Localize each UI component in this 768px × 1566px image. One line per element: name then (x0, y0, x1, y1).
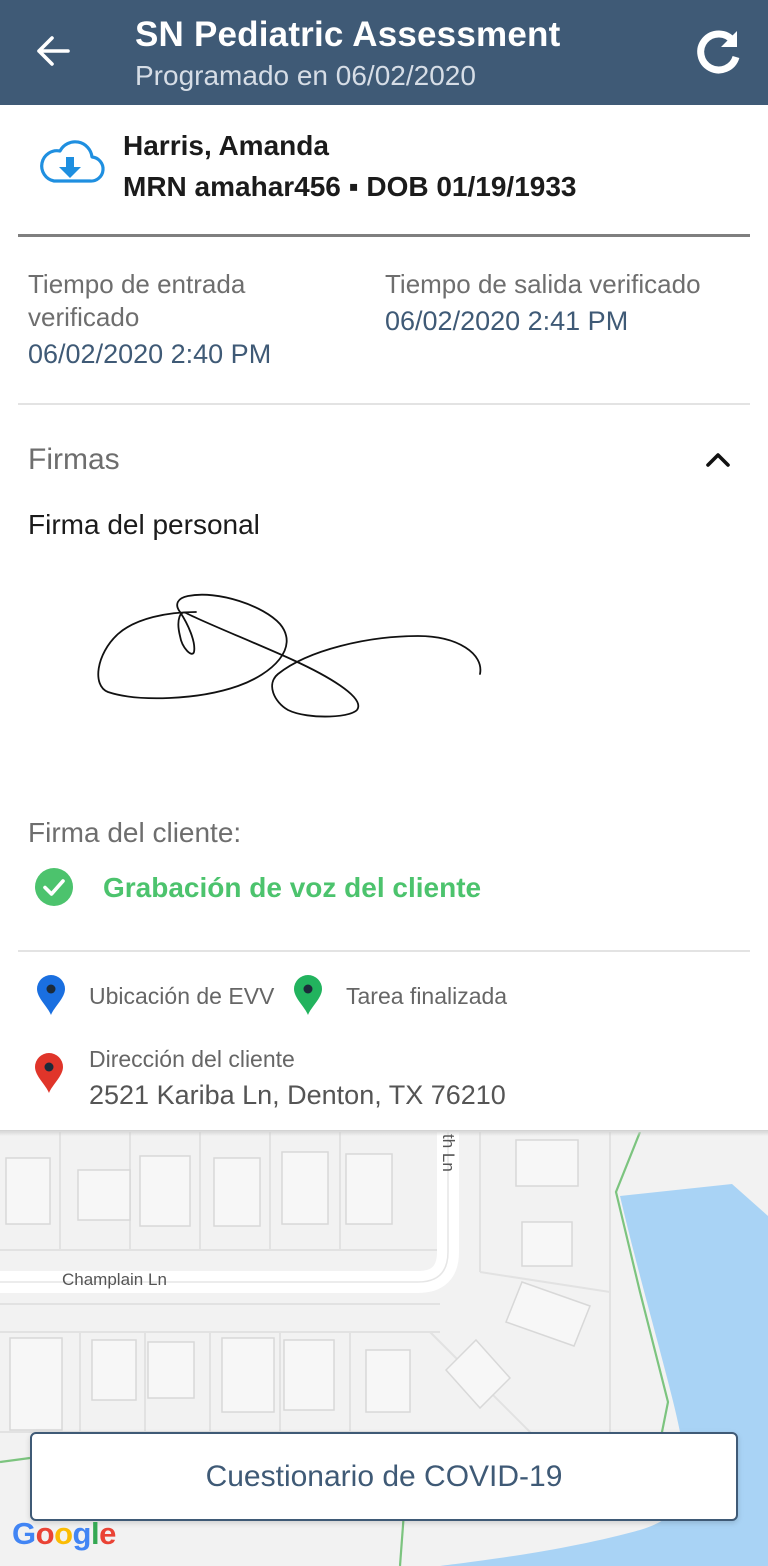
refresh-icon (697, 30, 740, 74)
google-logo-letter: g (72, 1516, 92, 1551)
divider (18, 234, 750, 237)
check-circle-icon (35, 868, 73, 906)
signatures-section-title[interactable]: Firmas (28, 440, 120, 480)
staff-signature-image (97, 593, 482, 718)
patient-name: Harris, Amanda (123, 130, 329, 161)
patient-info: Harris, Amanda MRN amahar456 ▪ DOB 01/19… (0, 105, 768, 235)
client-address-label: Dirección del cliente (89, 1046, 295, 1072)
arrow-left-icon (37, 36, 70, 66)
patient-mrn-dob: MRN amahar456 ▪ DOB 01/19/1933 (123, 171, 577, 202)
refresh-button[interactable] (690, 24, 746, 80)
client-signature-label: Firma del cliente: (28, 817, 242, 848)
back-button[interactable] (28, 26, 78, 76)
google-logo-letter: G (12, 1516, 36, 1551)
page-subtitle: Programado en 06/02/2020 (135, 60, 476, 91)
voice-recording-link[interactable]: Grabación de voz del cliente (103, 870, 481, 906)
divider (18, 950, 750, 952)
check-out-label: Tiempo de salida verificado (385, 269, 701, 299)
map-pin-blue-icon (37, 975, 65, 1015)
check-in-label: Tiempo de entrada verificado (28, 269, 246, 332)
map-pin-red-icon (35, 1053, 63, 1093)
google-logo-letter: l (90, 1516, 100, 1551)
map-pin-green-icon (294, 975, 322, 1015)
divider (18, 403, 750, 405)
check-in-value: 06/02/2020 2:40 PM (28, 339, 272, 369)
street-label-champlain: Champlain Ln (62, 1270, 167, 1289)
card-shadow (0, 1130, 768, 1136)
client-address: 2521 Kariba Ln, Denton, TX 76210 (89, 1080, 506, 1110)
google-logo-letter: e (99, 1516, 116, 1551)
check-out-time: Tiempo de salida verificado 06/02/2020 2… (385, 268, 755, 339)
cloud-download-icon[interactable] (36, 135, 106, 191)
check-in-time: Tiempo de entrada verificado 06/02/2020 … (28, 268, 348, 372)
google-logo: Google (12, 1516, 116, 1552)
google-logo-letter: o (54, 1516, 73, 1551)
app-bar: SN Pediatric Assessment Programado en 06… (0, 0, 768, 105)
legend-evv-location: Ubicación de EVV (89, 983, 275, 1009)
staff-signature-label: Firma del personal (28, 509, 260, 540)
legend-task-completed: Tarea finalizada (346, 983, 508, 1009)
chevron-up-icon[interactable] (700, 444, 736, 474)
street-label-vertical: th Ln (439, 1134, 458, 1172)
covid-questionnaire-button[interactable]: Cuestionario de COVID-19 (30, 1432, 738, 1521)
google-logo-letter: o (35, 1516, 55, 1551)
check-out-value: 06/02/2020 2:41 PM (385, 306, 629, 336)
page-title: SN Pediatric Assessment (135, 15, 561, 54)
